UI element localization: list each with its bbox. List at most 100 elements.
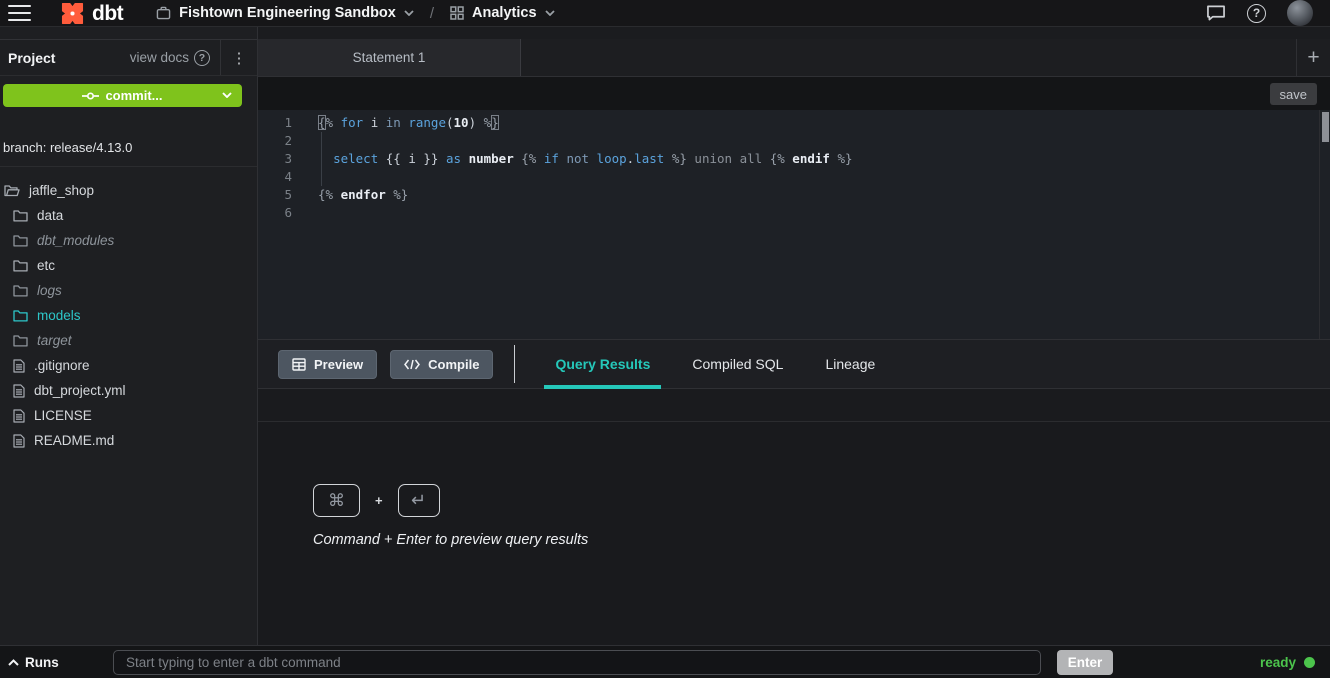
shortcut-caption: Command + Enter to preview query results <box>313 532 588 548</box>
branch-label: branch: release/4.13.0 <box>3 140 132 155</box>
tree-item-label: README.md <box>34 433 114 448</box>
enter-key-icon: ↵ <box>398 484 440 517</box>
main-area: Statement 1 + save 1{% for i in range(10… <box>258 27 1330 645</box>
breadcrumb: Fishtown Engineering Sandbox / Analytics <box>156 5 554 22</box>
preview-button[interactable]: Preview <box>278 350 377 379</box>
chevron-down-icon[interactable] <box>222 92 232 98</box>
file-icon <box>13 384 25 398</box>
folder-icon <box>13 209 28 222</box>
tab-lineage[interactable]: Lineage <box>825 340 875 388</box>
code-editor[interactable]: 1{% for i in range(10) %}23 select {{ i … <box>258 110 1330 339</box>
code-line-2: 2 <box>258 132 1330 150</box>
tree-item-label: logs <box>37 283 62 298</box>
topbar-actions: ? <box>1206 0 1330 26</box>
save-button[interactable]: save <box>1270 83 1317 105</box>
tree-item-LICENSE[interactable]: LICENSE <box>0 403 257 428</box>
plus-separator: + <box>375 493 383 508</box>
account-name[interactable]: Fishtown Engineering Sandbox <box>179 5 396 21</box>
tree-item-models[interactable]: models <box>0 303 257 328</box>
topbar: dbt Fishtown Engineering Sandbox / Analy… <box>0 0 1330 27</box>
compile-button[interactable]: Compile <box>390 350 493 379</box>
status-indicator: ready <box>1260 646 1315 678</box>
tree-item-label: .gitignore <box>34 358 90 373</box>
line-number: 2 <box>258 132 292 150</box>
kebab-menu-icon[interactable]: ⋮ <box>220 40 257 75</box>
folder-icon <box>13 234 28 247</box>
file-icon <box>13 434 25 448</box>
bottombar: Runs Enter ready <box>0 645 1330 678</box>
file-icon <box>13 409 25 423</box>
code-line-5: 5{% endfor %} <box>258 186 1330 204</box>
tree-item-label: dbt_project.yml <box>34 383 126 398</box>
tree-item-README.md[interactable]: README.md <box>0 428 257 453</box>
tree-item-label: models <box>37 308 81 323</box>
table-icon <box>292 358 306 371</box>
editor-tabbar: Statement 1 + <box>258 39 1330 77</box>
enter-button[interactable]: Enter <box>1057 650 1113 675</box>
scrollbar-thumb[interactable] <box>1322 112 1329 142</box>
dbt-cloud-ide: dbt Fishtown Engineering Sandbox / Analy… <box>0 0 1330 678</box>
chevron-up-icon <box>8 659 19 666</box>
tree-item-.gitignore[interactable]: .gitignore <box>0 353 257 378</box>
code-line-3: 3 select {{ i }} as number {% if not loo… <box>258 150 1330 168</box>
line-number: 4 <box>258 168 292 186</box>
tree-item-label: jaffle_shop <box>29 183 94 198</box>
folder-open-icon <box>4 184 20 197</box>
tree-item-label: data <box>37 208 63 223</box>
tab-query-results[interactable]: Query Results <box>555 340 650 388</box>
tree-item-label: target <box>37 333 72 348</box>
line-number: 6 <box>258 204 292 222</box>
file-tree: jaffle_shopdata dbt_modulesetc logs models t… <box>0 178 257 453</box>
dbt-logo-icon <box>60 1 85 26</box>
new-tab-button[interactable]: + <box>1296 39 1330 76</box>
query-results-content: ⌘ + ↵ Command + Enter to preview query r… <box>258 422 1330 645</box>
file-icon <box>13 359 25 373</box>
code-lines: 1{% for i in range(10) %}23 select {{ i … <box>258 110 1330 222</box>
code-line-6: 6 <box>258 204 1330 222</box>
chevron-down-icon[interactable] <box>545 10 555 16</box>
panel-tabs: Query Results Compiled SQL Lineage <box>515 340 875 388</box>
folder-icon <box>13 309 28 322</box>
line-number: 5 <box>258 186 292 204</box>
editor-toolbar: save <box>258 77 1330 110</box>
tree-item-dbt_project.yml[interactable]: dbt_project.yml <box>0 378 257 403</box>
sidebar: Project view docs ? ⋮ commit... branch: … <box>0 27 258 645</box>
command-input[interactable] <box>113 650 1041 675</box>
grid-icon <box>450 6 464 20</box>
indent-guide <box>321 132 322 186</box>
status-dot <box>1304 657 1315 668</box>
view-docs-link[interactable]: view docs ? <box>130 50 220 66</box>
avatar[interactable] <box>1287 0 1313 26</box>
tree-item-dbt_modules[interactable]: dbt_modules <box>0 228 257 253</box>
command-key-icon: ⌘ <box>313 484 360 517</box>
hamburger-menu-icon[interactable] <box>8 5 31 22</box>
tree-item-label: dbt_modules <box>37 233 114 248</box>
tab-compiled-sql[interactable]: Compiled SQL <box>692 340 783 388</box>
git-commit-icon <box>82 91 99 101</box>
code-line-4: 4 <box>258 168 1330 186</box>
project-name[interactable]: Analytics <box>472 5 536 21</box>
folder-icon <box>13 284 28 297</box>
commit-button[interactable]: commit... <box>3 84 242 107</box>
line-number: 1 <box>258 114 292 132</box>
tree-item-jaffle_shop[interactable]: jaffle_shop <box>0 178 257 203</box>
tree-item-etc[interactable]: etc <box>0 253 257 278</box>
tree-item-label: LICENSE <box>34 408 92 423</box>
breadcrumb-separator: / <box>430 5 434 22</box>
tab-statement-1[interactable]: Statement 1 <box>258 39 521 76</box>
help-icon[interactable]: ? <box>1247 4 1266 23</box>
chevron-down-icon[interactable] <box>404 10 414 16</box>
tree-item-target[interactable]: target <box>0 328 257 353</box>
tree-item-data[interactable]: data <box>0 203 257 228</box>
project-title: Project <box>8 50 55 66</box>
dbt-logo[interactable]: dbt <box>60 1 123 26</box>
tree-item-label: etc <box>37 258 55 273</box>
status-text: ready <box>1260 655 1296 670</box>
runs-toggle[interactable]: Runs <box>8 646 59 678</box>
help-circle-icon: ? <box>194 50 210 66</box>
results-subheader <box>258 389 1330 422</box>
project-header: Project view docs ? ⋮ <box>0 39 257 76</box>
tree-item-logs[interactable]: logs <box>0 278 257 303</box>
chat-icon[interactable] <box>1206 4 1226 22</box>
editor-scrollbar[interactable] <box>1319 110 1330 339</box>
